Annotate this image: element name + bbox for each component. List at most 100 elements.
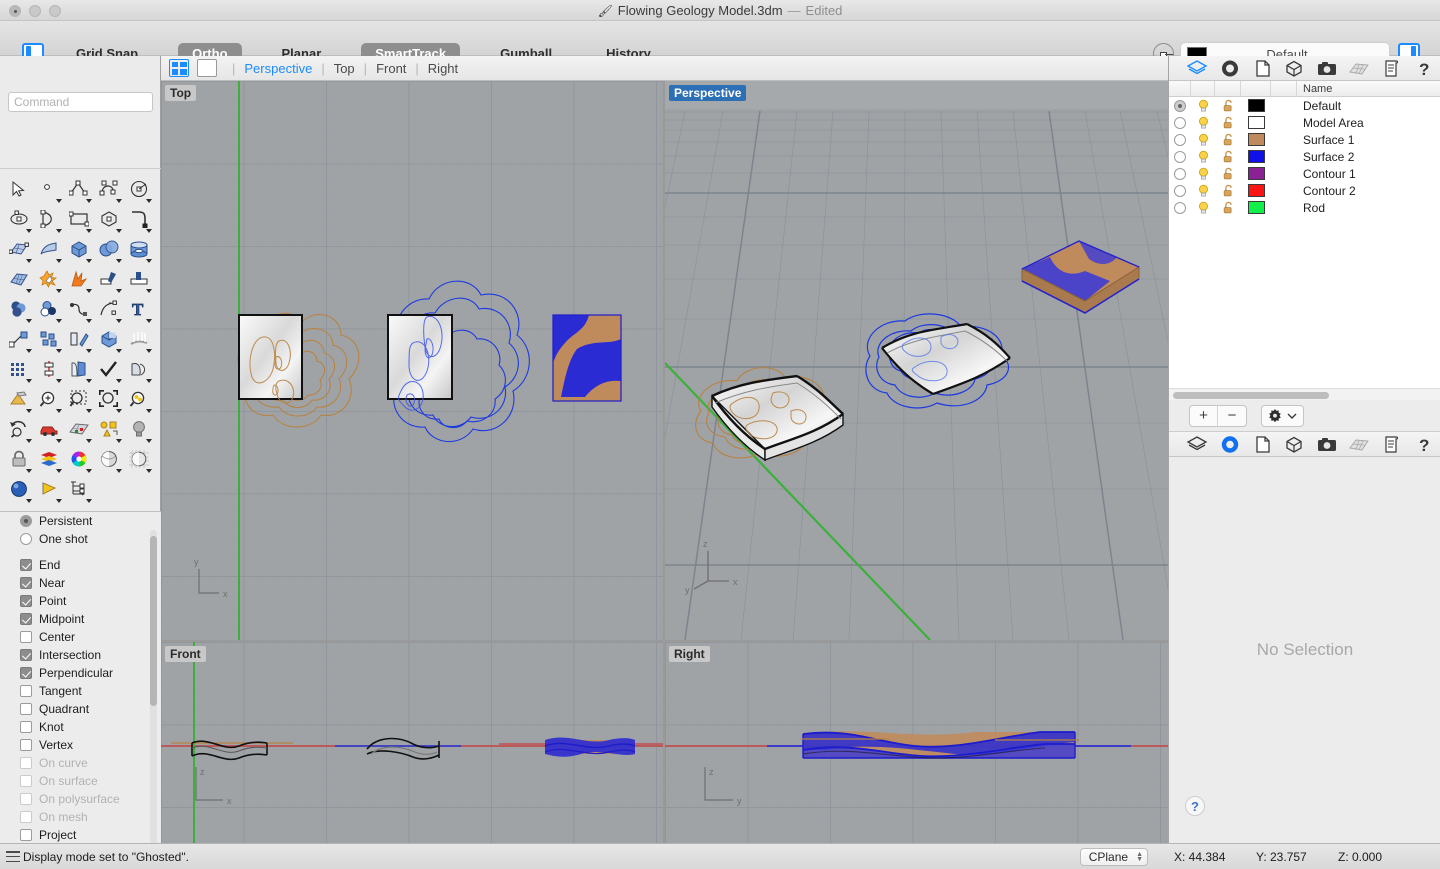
tool-boolean-sphere-icon[interactable] — [94, 234, 124, 264]
viewport-front-canvas[interactable]: z x — [161, 642, 663, 843]
osnap-scrollbar[interactable] — [150, 530, 157, 869]
osnap-quadrant[interactable]: Quadrant — [0, 700, 161, 718]
layer-current-radio-icon[interactable] — [1174, 184, 1186, 197]
tool-block-tree-icon[interactable] — [64, 474, 94, 504]
table-row[interactable]: Contour 2 — [1169, 182, 1440, 199]
tool-scale-icon[interactable] — [4, 324, 34, 354]
tool-zoom-selected-icon[interactable] — [64, 384, 94, 414]
properties-icon[interactable] — [1278, 432, 1310, 457]
notes-icon[interactable] — [1246, 56, 1278, 81]
tool-zoom-extents-icon[interactable] — [94, 384, 124, 414]
viewport-right[interactable]: z y Right — [665, 642, 1168, 843]
tool-flow-along-surface-icon[interactable] — [64, 354, 94, 384]
layer-current-radio-icon[interactable] — [1174, 99, 1186, 112]
display-icon[interactable] — [1375, 56, 1407, 81]
layers-icon[interactable] — [1181, 56, 1213, 81]
osnap-point[interactable]: Point — [0, 592, 161, 610]
checkbox-point-icon[interactable] — [20, 595, 32, 607]
layer-name[interactable]: Surface 2 — [1297, 150, 1354, 164]
viewport-perspective-label[interactable]: Perspective — [669, 85, 747, 101]
radio-one-shot-icon[interactable] — [20, 533, 32, 545]
tool-render-preview-icon[interactable] — [4, 474, 34, 504]
checkbox-vertex-icon[interactable] — [20, 739, 32, 751]
layer-name[interactable]: Default — [1297, 99, 1341, 113]
panel-help-button[interactable]: ? — [1185, 796, 1205, 816]
viewport-top-label[interactable]: Top — [165, 85, 197, 101]
osnap-project[interactable]: Project — [0, 826, 161, 844]
osnap-knot[interactable]: Knot — [0, 718, 161, 736]
viewport-perspective[interactable]: z x y Perspective — [665, 81, 1168, 640]
layer-current-radio-icon[interactable] — [1174, 133, 1186, 146]
osnap-icon[interactable] — [1213, 432, 1245, 457]
tool-check-icon[interactable] — [94, 354, 124, 384]
tool-camera-cone-icon[interactable] — [34, 474, 64, 504]
tool-ellipse-icon[interactable] — [4, 204, 34, 234]
tool-boolean-split-icon[interactable] — [34, 264, 64, 294]
tool-curve-icon[interactable] — [94, 174, 124, 204]
osnap-midpoint[interactable]: Midpoint — [0, 610, 161, 628]
tool-array-icon[interactable] — [34, 324, 64, 354]
layer-color-swatch[interactable] — [1247, 201, 1265, 214]
layer-add-remove-group[interactable]: + − — [1189, 404, 1247, 427]
tool-loft-surface-icon[interactable] — [34, 234, 64, 264]
table-row[interactable]: Model Area — [1169, 114, 1440, 131]
tool-arc-icon[interactable] — [34, 204, 64, 234]
render-mesh-icon[interactable] — [1343, 432, 1375, 457]
tool-cap-icon[interactable] — [94, 324, 124, 354]
layer-settings-menu[interactable] — [1261, 404, 1304, 427]
osnap-icon[interactable] — [1213, 56, 1245, 81]
layer-name[interactable]: Model Area — [1297, 116, 1364, 130]
tool-cplane-icon[interactable] — [64, 414, 94, 444]
tool-extrude-icon[interactable] — [124, 324, 154, 354]
osnap-end[interactable]: End — [0, 556, 161, 574]
layer-current-radio-icon[interactable] — [1174, 201, 1186, 214]
tool-mirror-icon[interactable] — [64, 324, 94, 354]
tool-surface-from-points-icon[interactable] — [4, 234, 34, 264]
display-icon[interactable] — [1375, 432, 1407, 457]
osnap-center[interactable]: Center — [0, 628, 161, 646]
notes-icon[interactable] — [1246, 432, 1278, 457]
cplane-selector[interactable]: CPlane ▲ ▼ — [1079, 847, 1148, 866]
layer-name[interactable]: Contour 2 — [1297, 184, 1356, 198]
camera-icon[interactable] — [1311, 432, 1343, 457]
layer-name[interactable]: Contour 1 — [1297, 167, 1356, 181]
tool-text-icon[interactable]: T — [124, 294, 154, 324]
viewport-top[interactable]: y x Top — [161, 81, 663, 640]
radio-persistent-icon[interactable] — [20, 515, 32, 527]
camera-icon[interactable] — [1311, 56, 1343, 81]
checkbox-end-icon[interactable] — [20, 559, 32, 571]
checkbox-quadrant-icon[interactable] — [20, 703, 32, 715]
osnap-intersection[interactable]: Intersection — [0, 646, 161, 664]
help-icon[interactable]: ? — [1408, 432, 1440, 457]
tool-circle-icon[interactable] — [124, 174, 154, 204]
viewport-top-canvas[interactable]: y x — [161, 81, 663, 640]
table-row[interactable]: Default — [1169, 97, 1440, 114]
tool-zoom-previous-icon[interactable] — [4, 414, 34, 444]
osnap-tangent[interactable]: Tangent — [0, 682, 161, 700]
osnap-near[interactable]: Near — [0, 574, 161, 592]
viewport-tab-front[interactable]: Front — [376, 61, 406, 76]
tool-offset-surface-icon[interactable] — [124, 354, 154, 384]
viewport-tab-right[interactable]: Right — [428, 61, 458, 76]
tool-rebuild-icon[interactable] — [34, 354, 64, 384]
four-view-layout-icon[interactable] — [169, 59, 189, 77]
tool-shaded-view-icon[interactable] — [94, 444, 124, 474]
layer-current-radio-icon[interactable] — [1174, 116, 1186, 129]
osnap-mode-one-shot[interactable]: One shot — [0, 530, 161, 548]
tool-light-icon[interactable] — [124, 414, 154, 444]
tool-point-icon[interactable] — [34, 174, 64, 204]
checkbox-project-icon[interactable] — [20, 829, 32, 841]
viewport-right-label[interactable]: Right — [669, 646, 710, 662]
table-row[interactable]: Contour 1 — [1169, 165, 1440, 182]
tool-mesh-icon[interactable] — [4, 264, 34, 294]
tool-boolean-difference-icon[interactable] — [34, 294, 64, 324]
osnap-mode-persistent[interactable]: Persistent — [0, 512, 161, 530]
table-row[interactable]: Rod — [1169, 199, 1440, 216]
checkbox-knot-icon[interactable] — [20, 721, 32, 733]
tool-render-icon[interactable] — [4, 384, 34, 414]
checkbox-tangent-icon[interactable] — [20, 685, 32, 697]
tool-layer-colors-icon[interactable] — [34, 444, 64, 474]
render-mesh-icon[interactable] — [1343, 56, 1375, 81]
tool-select-by-type-icon[interactable] — [94, 414, 124, 444]
tool-explode-icon[interactable] — [64, 264, 94, 294]
